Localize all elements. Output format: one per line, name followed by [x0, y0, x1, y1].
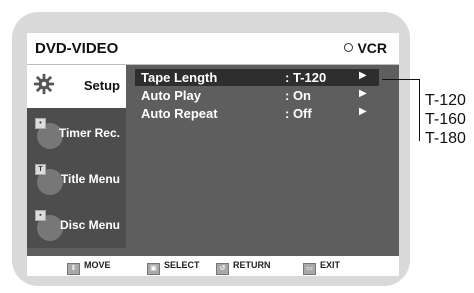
row-label: Tape Length	[141, 70, 218, 85]
hint-exit: ▭ EXIT	[303, 260, 340, 275]
select-icon: ▣	[147, 263, 160, 275]
timer-square-icon: •	[35, 118, 46, 129]
arrow-right-icon: ▶	[359, 88, 367, 99]
row-label: Auto Repeat	[141, 106, 218, 121]
return-icon: ↺	[216, 263, 229, 275]
callout-option: T-180	[425, 130, 466, 147]
radio-icon	[344, 43, 354, 52]
menu-row-auto-play[interactable]: Auto Play : On ▶	[135, 87, 379, 104]
row-value: : T-120	[285, 70, 327, 85]
sidebar-item-label: Title Menu	[60, 172, 120, 186]
mode-title: DVD-VIDEO	[35, 40, 119, 57]
sidebar-item-timer-rec[interactable]: • Timer Rec.	[27, 111, 126, 154]
callout-bracket-line	[419, 79, 420, 141]
hint-move-label: MOVE	[84, 260, 111, 270]
hint-select-label: SELECT	[164, 260, 200, 270]
arrow-right-icon: ▶	[359, 70, 367, 81]
gear-icon	[33, 73, 55, 95]
sidebar-item-label: Disc Menu	[59, 218, 120, 232]
sidebar-item-title-menu[interactable]: T Title Menu	[27, 157, 126, 200]
sidebar-item-label: Setup	[83, 78, 120, 93]
row-label: Auto Play	[141, 88, 201, 103]
vcr-label: VCR	[357, 40, 387, 56]
hint-move: ⇕ MOVE	[67, 260, 111, 275]
sidebar: Setup • Timer Rec. T Title Menu ▪ Disc M…	[27, 65, 126, 248]
hint-exit-label: EXIT	[320, 260, 341, 270]
hint-return-label: RETURN	[233, 260, 271, 270]
vcr-mode-toggle[interactable]: VCR	[344, 40, 387, 56]
callout-leader-line	[382, 79, 419, 80]
row-value: : Off	[285, 106, 312, 121]
move-icon: ⇕	[67, 263, 80, 275]
callout-option: T-160	[425, 111, 466, 128]
title-square-icon: T	[35, 164, 46, 175]
disc-square-icon: ▪	[35, 210, 46, 221]
sidebar-item-setup[interactable]: Setup	[27, 65, 126, 108]
callout-option: T-120	[425, 92, 466, 109]
hint-return: ↺ RETURN	[216, 260, 271, 275]
menu-row-tape-length[interactable]: Tape Length : T-120 ▶	[135, 69, 379, 86]
sidebar-item-label: Timer Rec.	[58, 126, 120, 140]
key-hint-bar: ⇕ MOVE ▣ SELECT ↺ RETURN ▭ EXIT	[27, 256, 399, 276]
osd-screen: DVD-VIDEO VCR Setup • Timer Rec. T Title…	[27, 33, 399, 276]
exit-icon: ▭	[303, 263, 316, 275]
hint-select: ▣ SELECT	[147, 260, 200, 275]
row-value: : On	[285, 88, 311, 103]
mode-bar: DVD-VIDEO VCR	[27, 33, 399, 65]
sidebar-item-disc-menu[interactable]: ▪ Disc Menu	[27, 203, 126, 246]
arrow-right-icon: ▶	[359, 106, 367, 117]
menu-row-auto-repeat[interactable]: Auto Repeat : Off ▶	[135, 105, 379, 122]
